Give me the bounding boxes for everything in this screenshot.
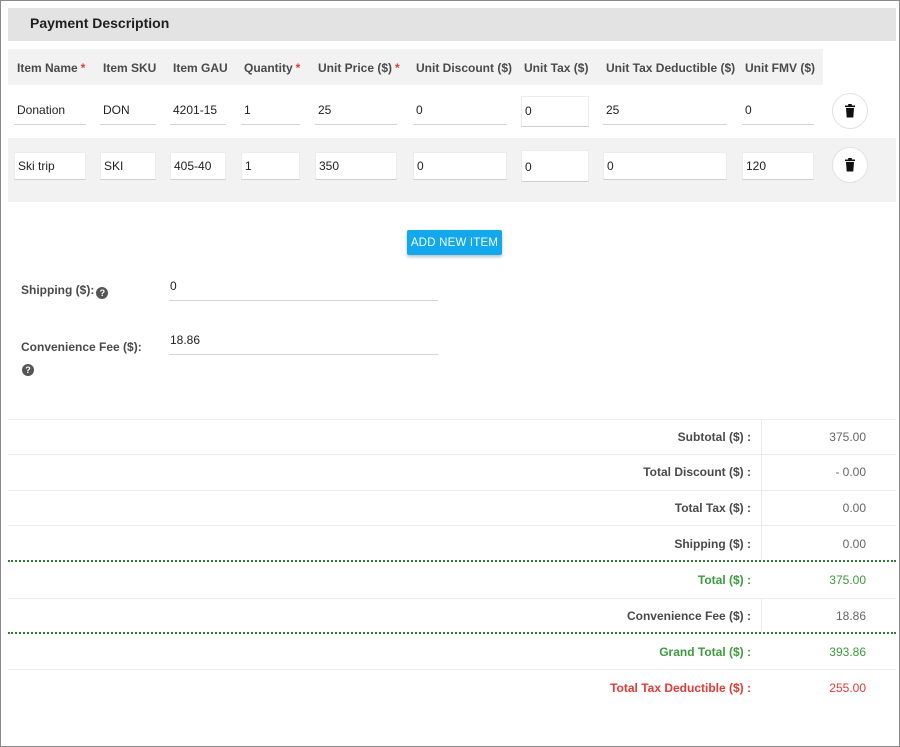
- total-value: 375.00: [829, 573, 866, 587]
- unit-tax-deductible-input[interactable]: 0: [603, 152, 727, 180]
- add-new-item-button[interactable]: ADD NEW ITEM: [407, 230, 502, 255]
- trash-icon: [845, 158, 855, 172]
- total-discount-value: - 0.00: [835, 465, 866, 479]
- col-header-item-sku: Item SKU: [103, 61, 157, 75]
- delete-item-button[interactable]: [832, 93, 868, 129]
- total-label: Total ($) :: [697, 573, 751, 587]
- total-tax-deductible-label: Total Tax Deductible ($) :: [610, 681, 751, 695]
- item-sku-input[interactable]: SKI: [100, 152, 156, 180]
- shipping-input[interactable]: 0: [169, 279, 438, 301]
- col-header-unit-tax-deductible: Unit Tax Deductible ($): [606, 61, 736, 75]
- grand-total-label: Grand Total ($) :: [659, 645, 751, 659]
- total-discount-label: Total Discount ($) :: [643, 465, 751, 479]
- col-header-unit-tax: Unit Tax ($): [524, 61, 589, 75]
- item-gau-input[interactable]: 4201-15: [170, 97, 226, 125]
- unit-discount-input[interactable]: 0: [413, 152, 507, 180]
- item-gau-input[interactable]: 405-40: [170, 152, 226, 180]
- quantity-input[interactable]: 1: [241, 97, 300, 125]
- summary-divider: [8, 454, 896, 455]
- summary-divider: [8, 598, 896, 599]
- items-table-header: Item Name * Item SKU Item GAU Quantity * U…: [8, 49, 823, 85]
- unit-fmv-input[interactable]: 0: [742, 97, 814, 125]
- convenience-fee-input[interactable]: 18.86: [169, 333, 438, 355]
- col-header-unit-price: Unit Price ($) *: [318, 61, 400, 75]
- unit-tax-deductible-input[interactable]: 25: [603, 97, 727, 125]
- section-header: Payment Description: [8, 8, 896, 41]
- col-header-item-name: Item Name *: [17, 61, 86, 75]
- item-sku-input[interactable]: DON: [100, 97, 156, 125]
- subtotal-label: Subtotal ($) :: [677, 430, 751, 444]
- unit-tax-input[interactable]: 0: [521, 96, 589, 127]
- summary-total-divider: [8, 560, 896, 562]
- total-tax-label: Total Tax ($) :: [674, 501, 751, 515]
- summary-divider: [8, 419, 896, 420]
- table-row: Donation DON 4201-15 1 25 0 0 25 0: [8, 85, 896, 138]
- section-title: Payment Description: [30, 15, 170, 31]
- help-circle-icon[interactable]: ?: [96, 287, 109, 299]
- delete-item-button[interactable]: [832, 147, 868, 183]
- item-name-input[interactable]: Ski trip: [14, 152, 86, 180]
- convenience-fee-summary-value: 18.86: [835, 609, 866, 623]
- shipping-label: Shipping ($):?: [21, 283, 109, 299]
- subtotal-value: 375.00: [829, 430, 866, 444]
- summary-column-divider: [761, 419, 762, 560]
- unit-price-input[interactable]: 25: [315, 97, 397, 125]
- unit-tax-input[interactable]: 0: [521, 150, 589, 182]
- convenience-fee-summary-label: Convenience Fee ($) :: [626, 609, 751, 623]
- unit-price-input[interactable]: 350: [315, 152, 397, 180]
- payment-description-panel: Payment Description Item Name * Item SKU …: [0, 0, 900, 747]
- convenience-fee-label: Convenience Fee ($):?: [21, 340, 142, 376]
- unit-discount-input[interactable]: 0: [413, 97, 507, 125]
- grand-total-value: 393.86: [829, 645, 866, 659]
- summary-divider: [8, 490, 896, 491]
- summary-divider: [8, 669, 896, 670]
- shipping-summary-label: Shipping ($) :: [674, 537, 751, 551]
- total-tax-deductible-value: 255.00: [829, 681, 866, 695]
- table-row: Ski trip SKI 405-40 1 350 0 0 0 120: [8, 138, 896, 202]
- summary-column-divider: [761, 598, 762, 632]
- item-name-input[interactable]: Donation: [14, 97, 86, 125]
- shipping-summary-value: 0.00: [842, 537, 866, 551]
- unit-fmv-input[interactable]: 120: [742, 152, 814, 180]
- total-tax-value: 0.00: [842, 501, 866, 515]
- col-header-unit-fmv: Unit FMV ($): [745, 61, 815, 75]
- summary-grand-total-divider: [8, 632, 896, 634]
- help-circle-icon[interactable]: ?: [22, 364, 34, 376]
- col-header-unit-discount: Unit Discount ($): [416, 61, 512, 75]
- quantity-input[interactable]: 1: [241, 152, 300, 180]
- trash-icon: [845, 104, 855, 118]
- col-header-item-gau: Item GAU: [173, 61, 228, 75]
- summary-divider: [8, 525, 896, 526]
- col-header-quantity: Quantity *: [244, 61, 301, 75]
